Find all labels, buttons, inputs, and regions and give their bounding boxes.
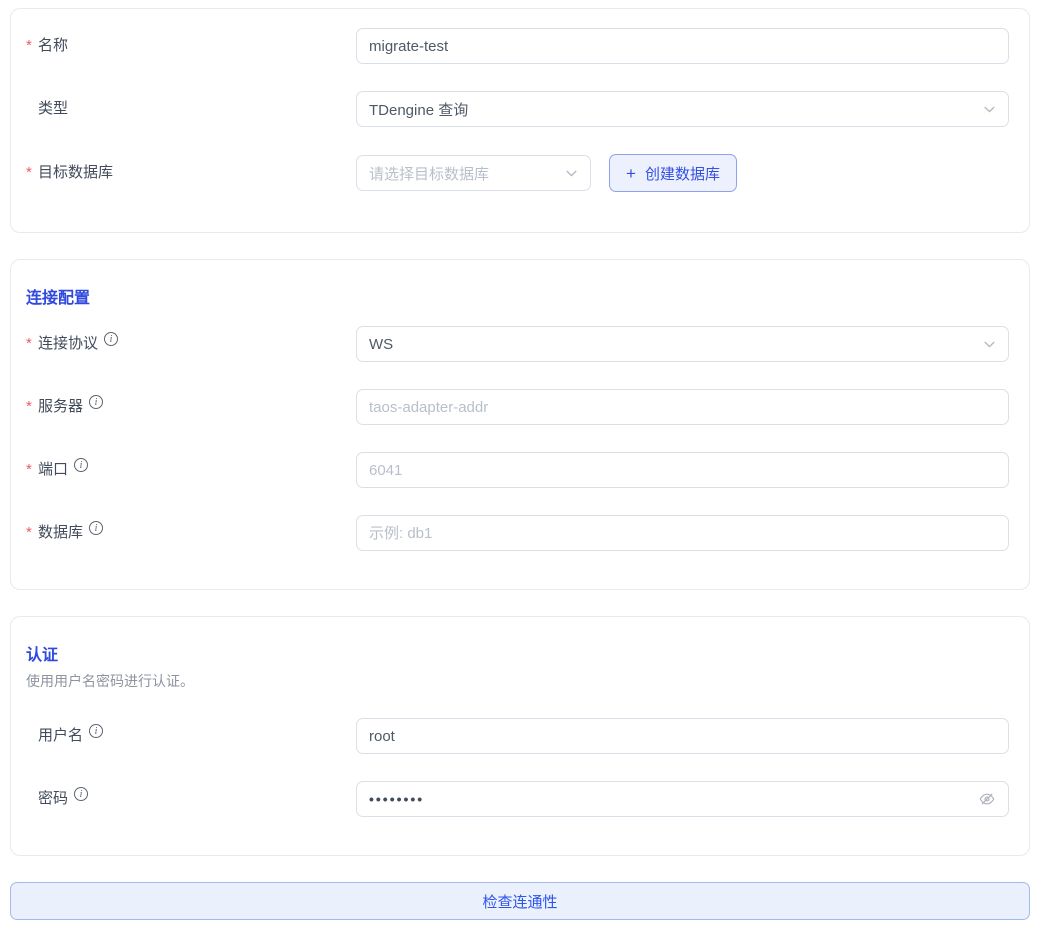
type-select[interactable]: TDengine 查询 [356,91,1009,127]
connection-config-title: 连接配置 [26,284,1009,308]
target-db-select-placeholder: 请选择目标数据库 [369,163,557,184]
database-input[interactable] [356,515,1009,551]
type-label-text: 类型 [38,99,68,119]
basic-info-card: * 名称 类型 TDengine 查询 [10,8,1030,233]
create-database-button-label: 创建数据库 [645,163,720,184]
name-label: * 名称 [26,36,356,56]
required-mark: * [26,523,38,543]
username-input[interactable] [356,718,1009,754]
target-db-label: * 目标数据库 [26,163,356,183]
port-input[interactable] [356,452,1009,488]
datasource-form-page: * 名称 类型 TDengine 查询 [0,0,1040,920]
required-mark: * [26,163,38,183]
type-label: 类型 [26,99,356,119]
info-icon[interactable]: i [74,787,88,801]
protocol-label: * 连接协议 i [26,334,356,354]
port-label-text: 端口 [38,460,68,480]
password-label: 密码 i [26,789,356,809]
username-row: 用户名 i [26,718,1009,754]
type-row: 类型 TDengine 查询 [26,91,1009,127]
required-mark: * [26,460,38,480]
info-icon[interactable]: i [104,332,118,346]
server-label-text: 服务器 [38,397,83,417]
info-icon[interactable]: i [74,458,88,472]
chevron-down-icon [983,338,996,351]
port-label: * 端口 i [26,460,356,480]
protocol-control: WS [356,326,1009,362]
database-label-text: 数据库 [38,523,83,543]
password-label-text: 密码 [38,789,68,809]
protocol-select-value: WS [369,336,975,353]
name-row: * 名称 [26,28,1009,64]
info-icon[interactable]: i [89,521,103,535]
eye-invisible-icon[interactable] [978,790,996,808]
server-row: * 服务器 i [26,389,1009,425]
required-mark: * [26,334,38,354]
type-select-value: TDengine 查询 [369,99,975,120]
database-row: * 数据库 i [26,515,1009,551]
required-mark: * [26,36,38,56]
password-masked-value: •••••••• [369,791,424,807]
info-icon[interactable]: i [89,724,103,738]
auth-card: 认证 使用用户名密码进行认证。 用户名 i 密码 i •••••••• [10,616,1030,856]
target-db-row: * 目标数据库 请选择目标数据库 + 创建数据库 [26,154,1009,192]
target-db-label-text: 目标数据库 [38,163,113,183]
protocol-label-text: 连接协议 [38,334,98,354]
chevron-down-icon [983,103,996,116]
target-db-select[interactable]: 请选择目标数据库 [356,155,591,191]
target-db-control: 请选择目标数据库 + 创建数据库 [356,154,1009,192]
username-label: 用户名 i [26,726,356,746]
connection-config-card: 连接配置 * 连接协议 i WS * 服务器 i [10,259,1030,590]
required-mark: * [26,397,38,417]
create-database-button[interactable]: + 创建数据库 [609,154,737,192]
database-label: * 数据库 i [26,523,356,543]
protocol-select[interactable]: WS [356,326,1009,362]
type-control: TDengine 查询 [356,91,1009,127]
username-label-text: 用户名 [38,726,83,746]
port-control [356,452,1009,488]
server-label: * 服务器 i [26,397,356,417]
password-control: •••••••• [356,781,1009,817]
name-label-text: 名称 [38,36,68,56]
password-input[interactable]: •••••••• [356,781,1009,817]
auth-subtitle: 使用用户名密码进行认证。 [26,671,1009,691]
name-input[interactable] [356,28,1009,64]
database-control [356,515,1009,551]
password-row: 密码 i •••••••• [26,781,1009,817]
auth-title: 认证 [26,641,1009,665]
port-row: * 端口 i [26,452,1009,488]
chevron-down-icon [565,167,578,180]
server-input[interactable] [356,389,1009,425]
plus-icon: + [626,165,636,182]
server-control [356,389,1009,425]
username-control [356,718,1009,754]
name-control [356,28,1009,64]
protocol-row: * 连接协议 i WS [26,326,1009,362]
info-icon[interactable]: i [89,395,103,409]
check-connectivity-button[interactable]: 检查连通性 [10,882,1030,920]
